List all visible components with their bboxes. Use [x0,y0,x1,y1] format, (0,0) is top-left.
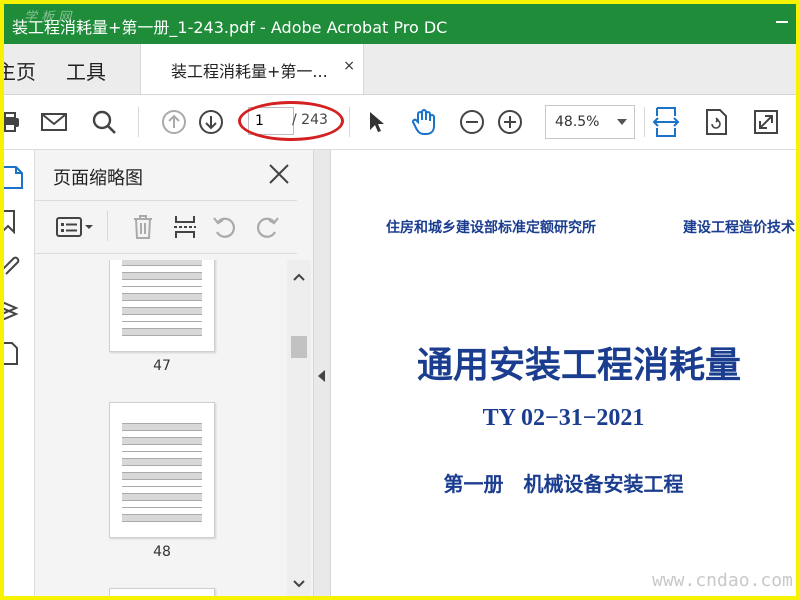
chevron-up-icon[interactable] [293,266,305,285]
chevron-down-icon [617,119,627,125]
attachment-icon[interactable] [4,252,26,278]
bookmark-icon[interactable] [4,208,26,235]
full-screen-icon[interactable] [752,108,780,136]
document-tab[interactable]: 装工程消耗量+第一... × [140,44,364,94]
publisher-right: 建设工程造价技术 [683,220,795,236]
previous-page-icon[interactable] [160,108,188,136]
page-thumbnail[interactable] [109,588,215,596]
page-thumbnail[interactable] [109,260,215,352]
email-icon[interactable] [40,108,68,136]
toolbar-separator [644,107,645,137]
rotate-counterclockwise-icon[interactable] [211,213,239,241]
navigation-pane [4,150,35,596]
document-view: 住房和城乡建设部标准定额研究所 建设工程造价技术 通用安装工程消耗量 TY 02… [331,150,796,596]
next-page-icon[interactable] [197,108,225,136]
select-cursor-icon[interactable] [362,108,390,136]
zoom-out-icon[interactable] [458,108,486,136]
scrollbar-thumb[interactable] [291,336,307,358]
layers-icon[interactable] [4,296,26,322]
publisher-left: 住房和城乡建设部标准定额研究所 [386,220,596,236]
thumbnail-page-number: 48 [153,544,171,560]
print-icon[interactable] [4,108,24,136]
search-icon[interactable] [90,108,118,136]
toolbar-separator [138,107,139,137]
annotation-circle [238,101,344,141]
panel-title: 页面缩略图 [53,168,143,189]
fit-width-icon[interactable] [652,107,680,137]
watermark-bottom: www.cndao.com [652,570,793,591]
close-tab-icon[interactable]: × [343,58,355,74]
zoom-value: 48.5% [555,114,600,130]
tab-bar: 主页 工具 装工程消耗量+第一... × [4,44,796,95]
toolbar: / 243 48.5% [4,95,796,150]
collapse-panel-button[interactable] [314,150,331,596]
thumbnail-page-number: 47 [153,358,171,374]
document-properties-icon[interactable] [4,340,26,366]
panel-toolbar [35,200,297,254]
standard-code: TY 02−31−2021 [482,405,645,431]
thumbnail-options-icon[interactable] [55,213,95,241]
app-window: 学 板 网 装工程消耗量+第一册_1-243.pdf - Adobe Acrob… [4,4,796,596]
rotate-page-icon[interactable] [702,108,730,136]
minimize-button[interactable] [776,21,788,23]
title-bar: 学 板 网 装工程消耗量+第一册_1-243.pdf - Adobe Acrob… [4,4,796,44]
rotate-clockwise-icon[interactable] [253,213,281,241]
window-title: 装工程消耗量+第一册_1-243.pdf - Adobe Acrobat Pro… [12,18,448,37]
volume-title: 第一册 机械设备安装工程 [443,472,684,496]
delete-page-icon[interactable] [129,213,157,241]
thumbnails-panel: 页面缩略图 47 48 [35,150,314,596]
thumbnail-scrollbar[interactable] [287,260,311,596]
extract-pages-icon[interactable] [171,213,199,241]
chevron-left-icon [318,370,325,382]
zoom-select[interactable]: 48.5% [545,105,635,139]
zoom-in-icon[interactable] [496,108,524,136]
toolbar-separator [349,107,350,137]
menu-tools[interactable]: 工具 [66,56,106,85]
page-thumbnail[interactable] [109,402,215,538]
page-thumbnails-icon[interactable] [4,164,26,190]
panel-separator [107,211,108,241]
document-tab-label: 装工程消耗量+第一... [171,62,328,81]
menu-home[interactable]: 主页 [4,56,36,85]
thumbnail-list: 47 48 [35,260,297,596]
close-panel-icon[interactable] [267,162,291,186]
hand-tool-icon[interactable] [410,108,438,136]
document-title: 通用安装工程消耗量 [417,345,742,386]
chevron-down-icon[interactable] [293,573,305,592]
